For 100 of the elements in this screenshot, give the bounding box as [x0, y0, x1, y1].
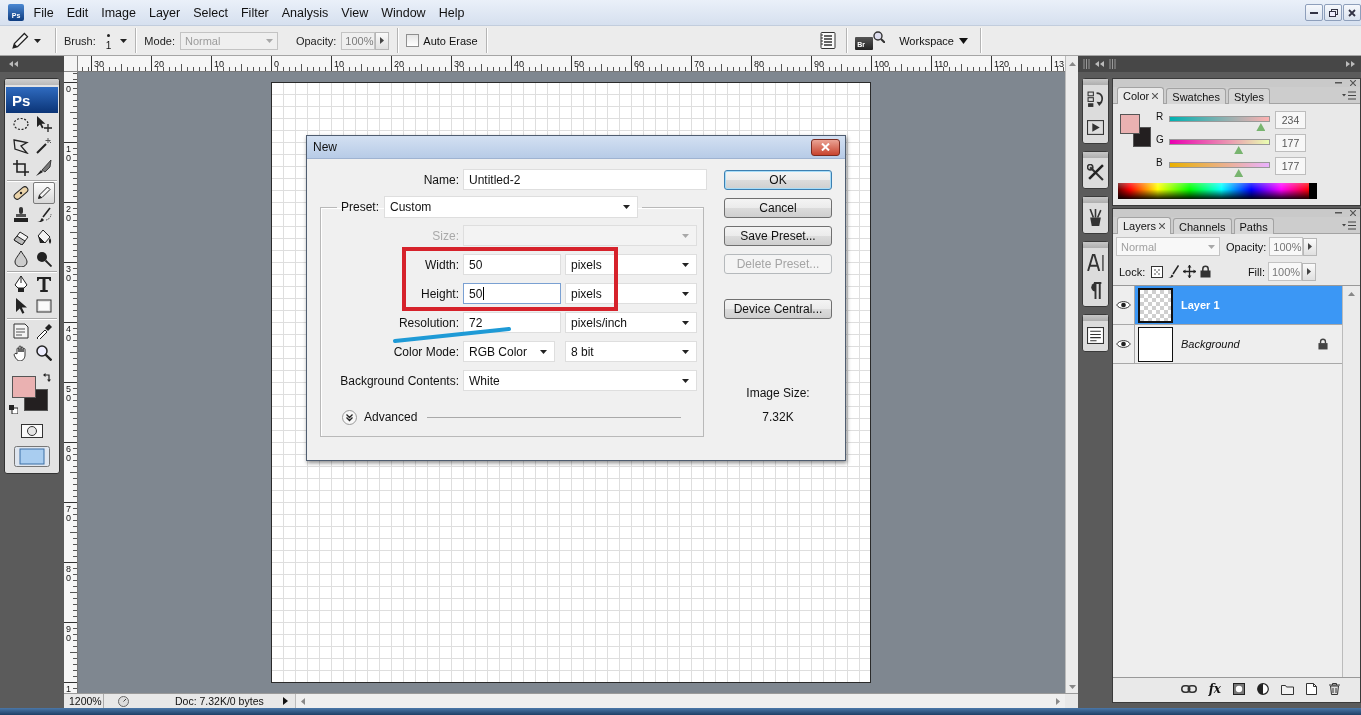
panel-tab[interactable]: Channels — [1173, 218, 1232, 234]
unit-dropdown[interactable]: pixels/inch — [565, 312, 697, 333]
caret-icon — [34, 38, 41, 43]
menu-item[interactable]: Edit — [60, 2, 95, 23]
menu-item[interactable]: File — [27, 2, 61, 23]
fill-slider-button[interactable] — [1302, 262, 1316, 281]
panel-tab[interactable]: Color — [1117, 87, 1165, 104]
move-cross-icon[interactable] — [1183, 265, 1197, 278]
number-field[interactable]: 50 — [463, 254, 561, 275]
menu-item[interactable]: Image — [94, 2, 143, 23]
slider-thumb[interactable] — [1234, 169, 1244, 177]
background-contents-dropdown[interactable]: White — [463, 370, 697, 391]
lock-icon[interactable] — [1200, 265, 1212, 278]
panel-tab[interactable]: Swatches — [1166, 88, 1226, 104]
bit-depth-dropdown[interactable]: 8 bit — [565, 341, 697, 362]
folder-icon[interactable] — [1281, 683, 1294, 695]
dialog-button[interactable]: OK — [724, 170, 832, 190]
ruler-label: 70 — [694, 59, 704, 69]
opacity-field[interactable]: 100% — [1269, 237, 1304, 256]
checkbox-label[interactable]: Auto Erase — [423, 34, 478, 47]
quick-mask-button[interactable] — [20, 423, 44, 439]
dialog-button[interactable]: Device Central... — [724, 299, 832, 319]
double-arrow-right-icon[interactable] — [1346, 61, 1355, 67]
status-dial-icon[interactable] — [118, 695, 129, 707]
checker-square-icon[interactable] — [1151, 265, 1164, 278]
menu-item[interactable]: Select — [186, 2, 235, 23]
name-field[interactable]: Untitled-2 — [463, 169, 707, 190]
tab-close-icon[interactable] — [1152, 93, 1159, 99]
eye-icon — [1116, 339, 1131, 349]
visibility-toggle[interactable] — [1113, 325, 1135, 363]
slider-thumb[interactable] — [1234, 146, 1244, 154]
menu-item[interactable]: Help — [432, 2, 471, 23]
dialog-button[interactable]: Save Preset... — [724, 226, 832, 246]
unit-dropdown[interactable]: pixels — [565, 254, 697, 275]
number-field[interactable]: 72 — [463, 312, 561, 333]
double-arrow-left-icon[interactable] — [9, 61, 18, 67]
color-spectrum[interactable] — [1118, 183, 1317, 199]
opacity-slider-button[interactable] — [1303, 237, 1318, 256]
screen-mode-button[interactable] — [13, 445, 51, 468]
link-icon[interactable] — [1180, 685, 1197, 693]
advanced-toggle[interactable]: Advanced — [342, 409, 418, 425]
brush-icon[interactable] — [1167, 265, 1180, 278]
panel-menu-button[interactable] — [1342, 90, 1356, 100]
restore-icon — [1328, 8, 1338, 17]
new-layer-icon[interactable] — [1306, 683, 1317, 695]
layer-mask-icon[interactable] — [1233, 683, 1245, 695]
panel-close-icon[interactable] — [1350, 80, 1356, 86]
channel-value-field[interactable]: 177 — [1275, 134, 1306, 152]
number-field[interactable]: 50 — [463, 283, 561, 304]
ruler-origin[interactable] — [64, 56, 78, 72]
panel-tab[interactable]: Layers — [1117, 217, 1172, 234]
channel-value-field[interactable]: 177 — [1275, 157, 1306, 175]
panel-close-icon[interactable] — [1350, 210, 1356, 216]
field-label: Background Contents: — [339, 373, 459, 388]
color-mode-dropdown[interactable]: RGB Color — [463, 341, 555, 362]
panel-tab[interactable]: Paths — [1233, 218, 1274, 234]
swap-arrow-icon[interactable] — [43, 373, 52, 382]
channel-value-field[interactable]: 234 — [1275, 111, 1306, 129]
menu-item[interactable]: Layer — [142, 2, 187, 23]
half-circle-icon[interactable] — [1257, 683, 1269, 695]
opacity-slider-button[interactable] — [375, 31, 390, 50]
opacity-label: Opacity: — [1226, 240, 1267, 253]
menu-item[interactable]: Filter — [234, 2, 276, 23]
unit-dropdown[interactable]: pixels — [565, 283, 697, 304]
ruler-label: 90 — [66, 625, 72, 643]
restore-button[interactable] — [1324, 4, 1342, 21]
dialog-button[interactable]: Cancel — [724, 198, 832, 218]
mask-icon — [21, 424, 43, 438]
menu-item[interactable]: Analysis — [275, 2, 335, 23]
fill-field[interactable]: 100% — [1268, 262, 1302, 281]
horizontal-scrollbar[interactable] — [294, 694, 1065, 708]
opacity-label: Opacity: — [295, 34, 337, 47]
double-arrow-left-icon[interactable] — [1095, 61, 1104, 67]
layer-thumbnail — [1138, 326, 1173, 362]
color-swatches-icon[interactable] — [12, 376, 48, 411]
preset-dropdown[interactable]: Custom — [384, 196, 638, 218]
ruler-label: 80 — [66, 565, 72, 583]
workspace-menu-button[interactable]: Workspace — [895, 30, 972, 51]
ruler-label: 90 — [814, 59, 824, 69]
ruler-label: 10 — [66, 145, 72, 163]
trash-icon[interactable] — [1329, 683, 1340, 695]
layer-style-button[interactable]: fx — [1208, 682, 1221, 696]
field-label: Width: — [424, 257, 459, 272]
checkbox[interactable] — [406, 34, 420, 47]
close-button[interactable] — [1343, 4, 1361, 21]
slider-thumb[interactable] — [1256, 123, 1266, 131]
layer-row[interactable]: Background — [1113, 325, 1342, 364]
brush-picker[interactable]: 1 — [105, 30, 128, 51]
vertical-scrollbar[interactable] — [1065, 56, 1078, 693]
menu-item[interactable]: View — [334, 2, 375, 23]
panel-menu-button[interactable] — [1342, 220, 1356, 230]
color-swatches-icon[interactable] — [1120, 114, 1151, 147]
dialog-close-button[interactable] — [811, 138, 840, 156]
menu-item[interactable]: Window — [374, 2, 433, 23]
palette-well-button[interactable] — [818, 29, 839, 52]
scroll-down-icon — [1068, 685, 1076, 689]
tab-close-icon[interactable] — [1159, 223, 1166, 229]
panel-tab[interactable]: Styles — [1228, 88, 1270, 104]
default-colors-icon[interactable] — [9, 405, 18, 414]
minimize-button[interactable] — [1305, 4, 1323, 21]
